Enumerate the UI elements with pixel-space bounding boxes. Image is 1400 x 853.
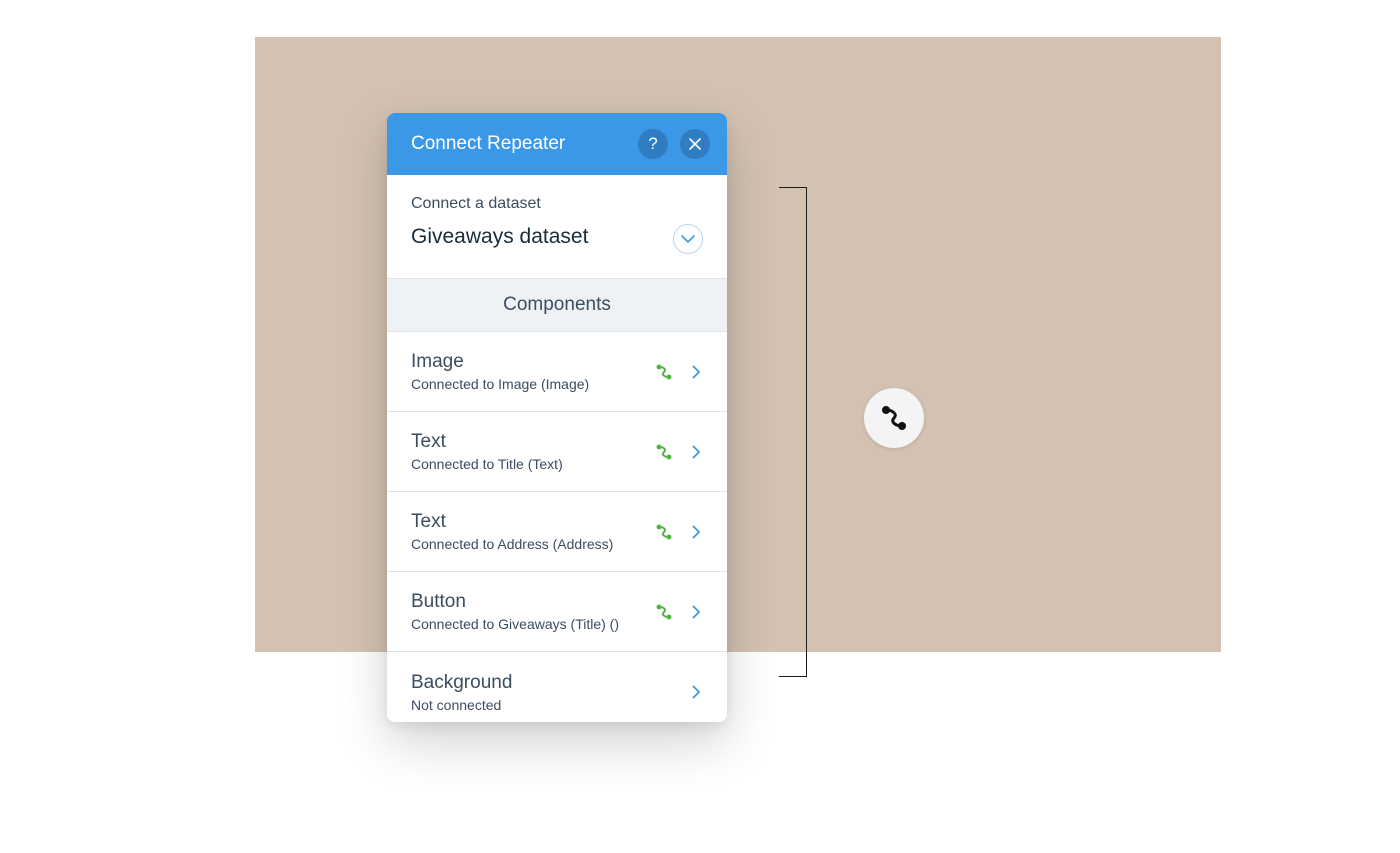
chevron-right-icon[interactable] (689, 363, 703, 381)
component-status: Connected to Image (Image) (411, 376, 590, 392)
chevron-right-icon[interactable] (689, 683, 703, 701)
chevron-right-icon[interactable] (689, 523, 703, 541)
component-name: Button (411, 591, 466, 612)
dataset-label: Connect a dataset (411, 195, 541, 212)
component-row-image[interactable]: Image Connected to Image (Image) (387, 332, 727, 412)
component-row-text-title[interactable]: Text Connected to Title (Text) (387, 412, 727, 492)
component-row-text-address[interactable]: Text Connected to Address (Address) (387, 492, 727, 572)
panel-title: Connect Repeater (411, 133, 566, 154)
component-row-button[interactable]: Button Connected to Giveaways (Title) () (387, 572, 727, 652)
connected-link-icon (653, 521, 675, 543)
component-status: Connected to Address (Address) (411, 536, 614, 552)
panel-header: Connect Repeater ? (387, 113, 727, 175)
chevron-down-icon (681, 234, 695, 243)
close-button[interactable] (680, 129, 710, 159)
chevron-right-icon[interactable] (689, 443, 703, 461)
component-name: Text (411, 431, 446, 452)
question-mark-icon: ? (648, 134, 658, 153)
close-icon (689, 138, 701, 150)
help-button[interactable]: ? (638, 129, 668, 159)
component-name: Background (411, 671, 513, 693)
dataset-section: Connect a dataset Giveaways dataset (387, 175, 727, 279)
connect-to-data-button[interactable] (864, 388, 924, 448)
connected-link-icon (653, 441, 675, 463)
components-list: Image Connected to Image (Image) Text Co… (387, 332, 727, 722)
dataset-selected-value[interactable]: Giveaways dataset (411, 225, 703, 249)
component-status: Not connected (411, 696, 502, 713)
component-row-background[interactable]: Background Not connected (387, 652, 727, 722)
chevron-right-icon[interactable] (689, 603, 703, 621)
component-status: Connected to Title (Text) (411, 456, 563, 472)
component-status: Connected to Giveaways (Title) () (411, 616, 619, 632)
dataset-dropdown-button[interactable] (673, 224, 703, 254)
component-name: Text (411, 511, 446, 532)
repeater-selection-bracket (779, 187, 807, 677)
component-name: Image (411, 351, 464, 372)
connect-data-icon (882, 406, 906, 430)
components-header: Components (387, 279, 727, 332)
connect-repeater-panel: Connect Repeater ? Connect a dataset Giv… (387, 113, 727, 722)
connected-link-icon (653, 601, 675, 623)
connected-link-icon (653, 361, 675, 383)
